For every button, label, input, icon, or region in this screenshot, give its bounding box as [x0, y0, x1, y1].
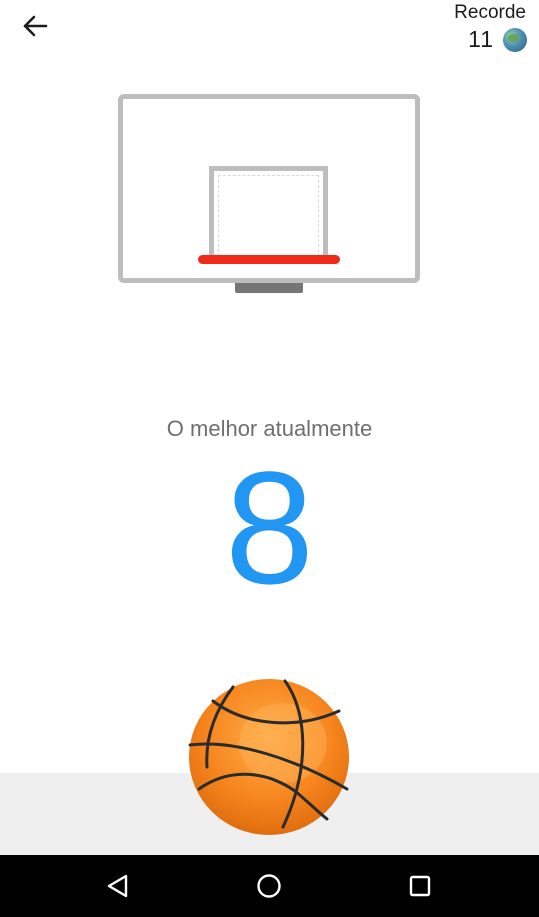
arrow-left-icon — [23, 15, 48, 37]
hoop-bracket — [235, 283, 303, 293]
triangle-back-icon — [107, 874, 128, 898]
circle-home-icon — [257, 874, 281, 898]
user-avatar — [503, 27, 527, 52]
system-navigation-bar — [0, 855, 539, 917]
record-label: Recorde — [454, 2, 526, 23]
basketball[interactable] — [187, 677, 351, 837]
record-value: 11 — [468, 26, 494, 52]
basketball-icon — [188, 679, 349, 835]
back-button[interactable] — [14, 6, 56, 46]
hoop-rim — [198, 255, 340, 264]
nav-back-button[interactable] — [101, 869, 135, 903]
nav-home-button[interactable] — [252, 869, 286, 903]
backboard-target-square — [209, 166, 328, 257]
best-score-value: 8 — [225, 438, 314, 617]
square-recents-icon — [409, 875, 431, 897]
nav-recents-button[interactable] — [403, 869, 437, 903]
record-display: 11 — [468, 26, 527, 53]
